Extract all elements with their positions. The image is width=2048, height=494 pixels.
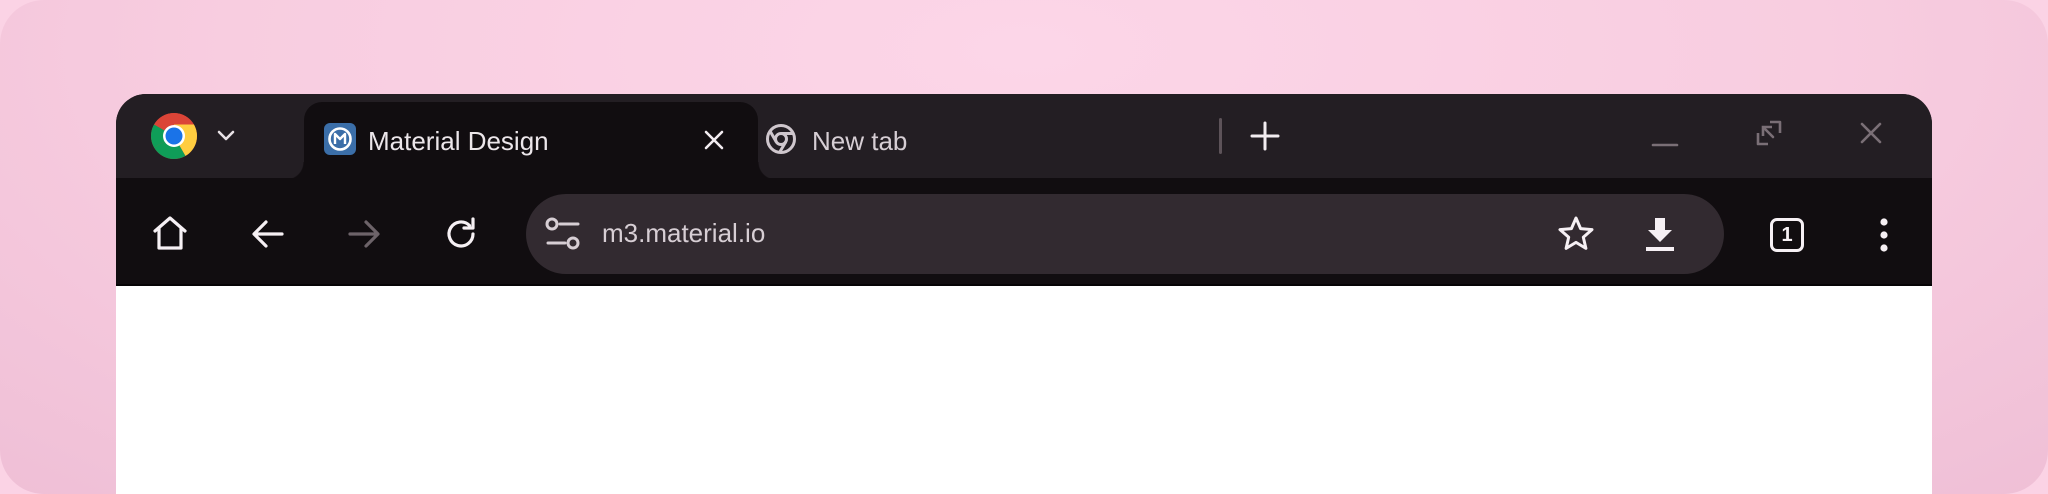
new-tab-plus-icon[interactable] (1250, 121, 1280, 151)
download-icon[interactable] (1642, 214, 1678, 254)
back-arrow-icon[interactable] (250, 216, 286, 252)
site-settings-tune-icon[interactable] (544, 216, 582, 252)
address-bar[interactable]: m3.material.io (526, 194, 1724, 274)
chrome-favicon-icon (766, 124, 796, 154)
minimize-icon[interactable] (1650, 120, 1680, 150)
forward-arrow-icon[interactable] (346, 216, 382, 252)
chrome-menu-button[interactable] (150, 110, 250, 162)
home-icon[interactable] (150, 213, 190, 253)
page-content (116, 286, 1932, 494)
tab-counter-button[interactable]: 1 (1770, 218, 1804, 252)
chevron-down-icon (217, 130, 235, 141)
tab-new-tab[interactable]: New tab (766, 102, 1206, 178)
tab-separator (1219, 118, 1222, 154)
url-text: m3.material.io (602, 218, 766, 248)
tab-title: Material Design (368, 126, 549, 156)
tab-material-design[interactable]: Material Design (286, 102, 776, 180)
material-design-favicon-icon (324, 123, 356, 155)
restore-icon[interactable] (1754, 118, 1784, 148)
tab-count: 1 (1781, 224, 1793, 246)
chrome-logo-icon (150, 112, 198, 160)
reload-icon[interactable] (442, 215, 480, 253)
more-vert-icon[interactable] (1874, 216, 1894, 254)
browser-window: Material Design New tab m3.material.io 1 (116, 94, 1932, 494)
tab-title: New tab (812, 126, 908, 156)
bookmark-star-icon[interactable] (1556, 214, 1596, 254)
close-window-icon[interactable] (1858, 120, 1884, 146)
close-tab-icon[interactable] (701, 127, 727, 153)
